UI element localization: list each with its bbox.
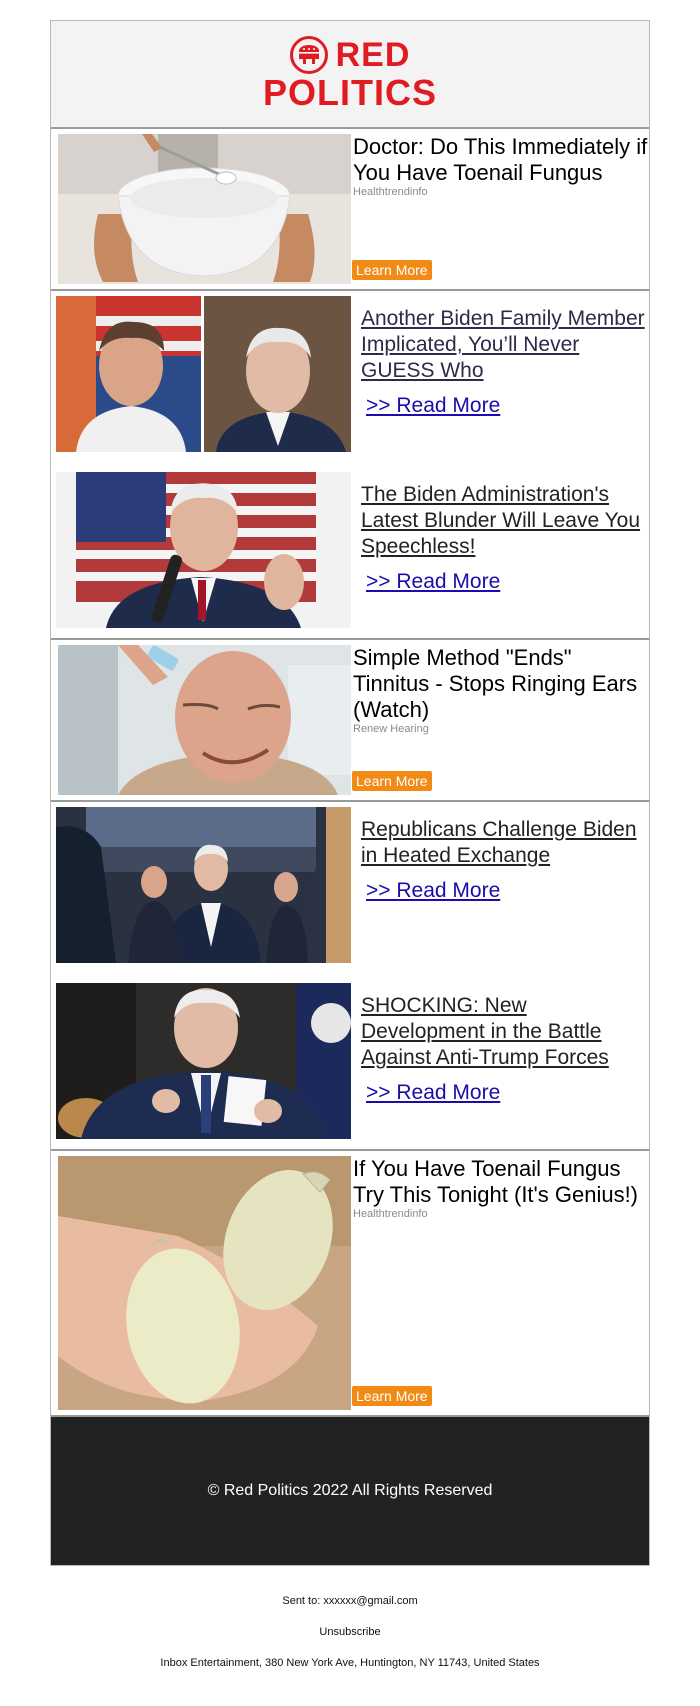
mailing-address: Inbox Entertainment, 380 New York Ave, H… <box>160 1657 540 1669</box>
elephant-icon <box>289 36 328 74</box>
brand-logo[interactable]: RED POLITICS <box>263 36 437 112</box>
article-item[interactable]: SHOCKING: New Development in the Battle … <box>56 983 649 1149</box>
article-item[interactable]: Republicans Challenge Biden in Heated Ex… <box>56 807 649 973</box>
article-group: Another Biden Family Member Implicated, … <box>51 291 649 640</box>
ad-image-garlic[interactable] <box>58 1156 351 1410</box>
ad-image-smiling-man[interactable] <box>58 645 351 795</box>
article-image-chamber[interactable] <box>56 807 351 963</box>
header: RED POLITICS <box>51 21 649 129</box>
learn-more-button[interactable]: Learn More <box>352 1386 432 1406</box>
read-more-link[interactable]: >> Read More <box>366 394 500 418</box>
unsubscribe-link[interactable]: Unsubscribe <box>0 1626 700 1638</box>
article-image-two-portraits[interactable] <box>56 296 351 452</box>
ad-headline[interactable]: Simple Method "Ends" Tinnitus - Stops Ri… <box>353 645 649 723</box>
read-more-link[interactable]: >> Read More <box>366 1081 500 1105</box>
email-container: RED POLITICS Doctor: Do This Immediately… <box>50 20 650 1566</box>
learn-more-button[interactable]: Learn More <box>352 260 432 280</box>
brand-name-line1: RED <box>335 36 411 74</box>
ad-source: Healthtrendinfo <box>353 186 428 198</box>
article-image-speaker[interactable] <box>56 472 351 628</box>
sponsored-ad[interactable]: If You Have Toenail Fungus Try This Toni… <box>51 1151 649 1417</box>
article-image-holding-card[interactable] <box>56 983 351 1139</box>
footer-banner: © Red Politics 2022 All Rights Reserved <box>51 1417 649 1565</box>
ad-source: Renew Hearing <box>353 723 429 735</box>
article-headline[interactable]: Republicans Challenge Biden in Heated Ex… <box>361 817 649 869</box>
brand-name-line2: POLITICS <box>262 72 437 113</box>
ad-headline[interactable]: Doctor: Do This Immediately if You Have … <box>353 134 649 186</box>
article-headline[interactable]: The Biden Administration's Latest Blunde… <box>361 482 649 560</box>
article-item[interactable]: The Biden Administration's Latest Blunde… <box>56 472 649 638</box>
article-group: Republicans Challenge Biden in Heated Ex… <box>51 802 649 1151</box>
article-headline[interactable]: SHOCKING: New Development in the Battle … <box>361 993 649 1071</box>
read-more-link[interactable]: >> Read More <box>366 570 500 594</box>
article-item[interactable]: Another Biden Family Member Implicated, … <box>56 296 649 462</box>
copyright-text: © Red Politics 2022 All Rights Reserved <box>207 1482 493 1499</box>
learn-more-button[interactable]: Learn More <box>352 771 432 791</box>
ad-headline[interactable]: If You Have Toenail Fungus Try This Toni… <box>353 1156 649 1208</box>
article-headline[interactable]: Another Biden Family Member Implicated, … <box>361 306 649 384</box>
ad-source: Healthtrendinfo <box>353 1208 428 1220</box>
ad-image-foot-soak[interactable] <box>58 134 351 284</box>
sponsored-ad[interactable]: Doctor: Do This Immediately if You Have … <box>51 129 649 291</box>
read-more-link[interactable]: >> Read More <box>366 879 500 903</box>
sent-to-text: Sent to: xxxxxx@gmail.com <box>282 1595 418 1607</box>
sponsored-ad[interactable]: Simple Method "Ends" Tinnitus - Stops Ri… <box>51 640 649 802</box>
